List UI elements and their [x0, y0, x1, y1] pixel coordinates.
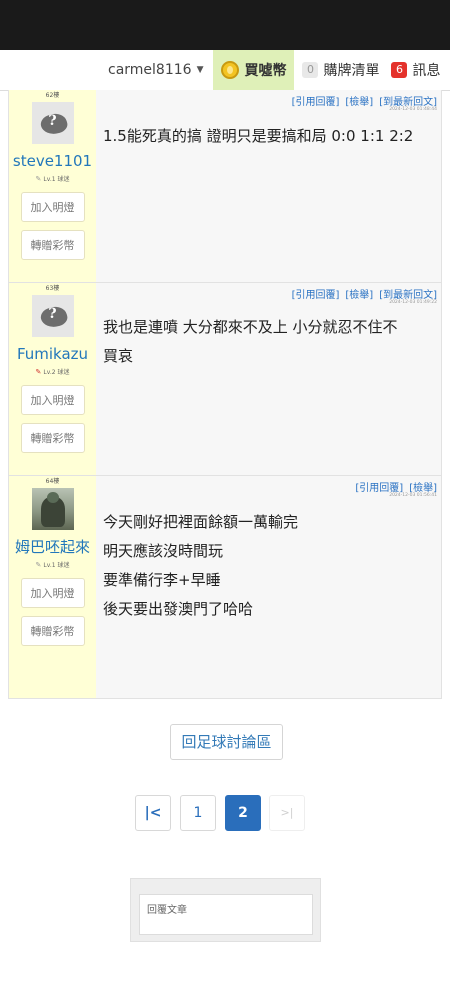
post-timestamp: 2024-12-03 01:48:44: [389, 107, 437, 112]
gift-coin-button[interactable]: 轉贈彩幣: [20, 616, 85, 646]
author-level: ✎ Lv.1 球迷: [9, 561, 96, 570]
author-level: ✎ Lv.1 球迷: [9, 175, 96, 184]
caret-down-icon: ▼: [196, 65, 204, 75]
avatar[interactable]: ?: [31, 102, 74, 144]
post-line: 今天剛好把裡面餘額一萬輸完: [103, 513, 299, 531]
page-1-button[interactable]: 1: [180, 795, 216, 831]
buy-coin-label: 買噓幣: [244, 63, 287, 79]
post-item: 62樓 ? steve1101 ✎ Lv.1 球迷 加入明燈 轉贈彩幣 [引用回覆…: [9, 90, 441, 283]
pencil-icon: ✎: [35, 175, 42, 183]
post-line: 明天應該沒時間玩: [103, 542, 224, 560]
post-line: 1.5能死真的搞 證明只是要搞和局 0:0 1:1 2:2: [103, 127, 414, 145]
level-label: Lv.1 球迷: [43, 562, 70, 569]
messages-link[interactable]: 6 訊息: [385, 50, 448, 90]
floor-number: 63樓: [45, 285, 60, 292]
quote-reply-link[interactable]: [引用回覆]: [292, 290, 340, 301]
message-count-badge: 6: [391, 62, 408, 78]
author-level: ✎ Lv.2 球迷: [9, 368, 96, 377]
pencil-icon: ✎: [35, 368, 42, 376]
post-content: [引用回覆] [檢舉] [到最新回文] 2024-12-03 01:48:44 1.…: [96, 90, 441, 282]
coin-icon: [221, 61, 240, 79]
post-content: [引用回覆] [檢舉] [到最新回文] 2024-12-03 01:49:22 我也…: [96, 283, 441, 475]
cart-link[interactable]: 0 購牌清單: [294, 50, 385, 90]
post-line: 要準備行李+早睡: [103, 571, 221, 589]
post-item: 64樓 姆巴呸起來 ✎ Lv.1 球迷 加入明燈 轉贈彩幣 [引用回覆] [檢舉] …: [9, 476, 441, 698]
gift-coin-button[interactable]: 轉贈彩幣: [20, 230, 85, 260]
last-page-button[interactable]: >|: [269, 795, 305, 831]
post-list: 62樓 ? steve1101 ✎ Lv.1 球迷 加入明燈 轉贈彩幣 [引用回覆…: [8, 90, 442, 699]
avatar[interactable]: ?: [31, 295, 74, 337]
user-menu[interactable]: carmel8116 ▼: [0, 50, 213, 90]
floor-number: 64樓: [45, 478, 60, 485]
post-text: 我也是連噴 大分都來不及上 小分就忍不住不 買哀: [103, 313, 431, 371]
report-link[interactable]: [檢舉]: [345, 97, 373, 108]
post-item: 63樓 ? Fumikazu ✎ Lv.2 球迷 加入明燈 轉贈彩幣 [引用回覆]…: [9, 283, 441, 476]
first-page-button[interactable]: |<: [135, 795, 171, 831]
post-text: 1.5能死真的搞 證明只是要搞和局 0:0 1:1 2:2: [103, 122, 431, 151]
report-link[interactable]: [檢舉]: [345, 290, 373, 301]
back-to-forum-button[interactable]: 回足球討論區: [170, 724, 283, 760]
post-actions: [引用回覆] [檢舉]: [349, 479, 437, 494]
follow-button[interactable]: 加入明燈: [20, 578, 85, 608]
author-panel: 62樓 ? steve1101 ✎ Lv.1 球迷 加入明燈 轉贈彩幣: [9, 90, 96, 282]
avatar[interactable]: [31, 488, 74, 530]
author-username[interactable]: steve1101: [9, 150, 96, 172]
author-panel: 63樓 ? Fumikazu ✎ Lv.2 球迷 加入明燈 轉贈彩幣: [9, 283, 96, 475]
username-label: carmel8116: [108, 62, 192, 78]
top-header-bar: [0, 0, 450, 50]
user-navbar: carmel8116 ▼ 買噓幣 0 購牌清單 6 訊息: [0, 50, 450, 91]
pencil-icon: ✎: [35, 561, 42, 569]
follow-button[interactable]: 加入明燈: [20, 192, 85, 222]
post-actions: [引用回覆] [檢舉] [到最新回文]: [286, 93, 437, 108]
level-label: Lv.1 球迷: [43, 176, 70, 183]
follow-button[interactable]: 加入明燈: [20, 385, 85, 415]
cart-count-badge: 0: [302, 62, 319, 78]
author-username[interactable]: Fumikazu: [9, 343, 96, 365]
reply-input[interactable]: 回覆文章: [139, 894, 313, 935]
quote-reply-link[interactable]: [引用回覆]: [292, 97, 340, 108]
post-actions: [引用回覆] [檢舉] [到最新回文]: [286, 286, 437, 301]
post-line: 買哀: [103, 347, 134, 365]
floor-number: 62樓: [45, 92, 60, 99]
post-line: 後天要出發澳門了哈哈: [103, 600, 254, 618]
post-content: [引用回覆] [檢舉] 2024-12-03 01:56:41 今天剛好把裡面餘額…: [96, 476, 441, 698]
page-2-button[interactable]: 2: [225, 795, 261, 831]
author-username[interactable]: 姆巴呸起來: [9, 536, 96, 558]
cart-label: 購牌清單: [323, 63, 380, 79]
gift-coin-button[interactable]: 轉贈彩幣: [20, 423, 85, 453]
buy-coin-button[interactable]: 買噓幣: [213, 50, 295, 90]
post-timestamp: 2024-12-03 01:49:22: [389, 300, 437, 305]
level-label: Lv.2 球迷: [43, 369, 70, 376]
post-text: 今天剛好把裡面餘額一萬輸完 明天應該沒時間玩 要準備行李+早睡 後天要出發澳門了…: [103, 508, 431, 624]
post-line: 我也是連噴 大分都來不及上 小分就忍不住不: [103, 318, 398, 336]
post-timestamp: 2024-12-03 01:56:41: [389, 493, 437, 498]
messages-label: 訊息: [412, 63, 441, 79]
author-panel: 64樓 姆巴呸起來 ✎ Lv.1 球迷 加入明燈 轉贈彩幣: [9, 476, 96, 698]
reply-panel: 回覆文章: [130, 878, 321, 942]
